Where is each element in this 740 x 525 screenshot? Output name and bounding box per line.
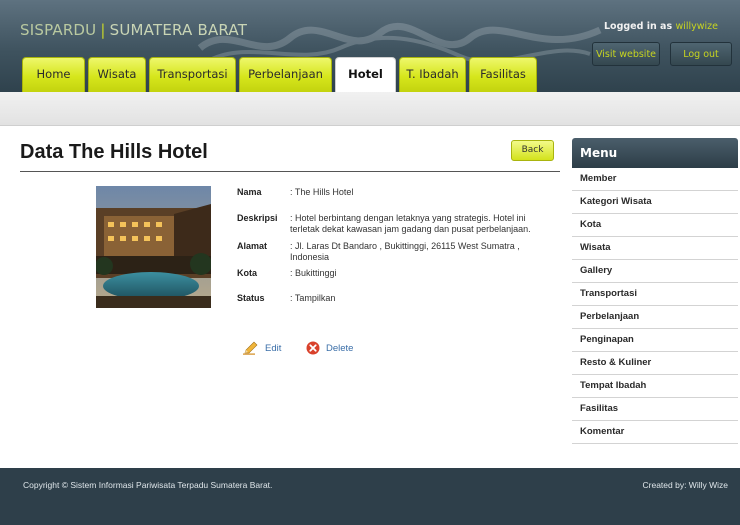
detail-label: Alamat (237, 241, 268, 251)
tab-wisata[interactable]: Wisata (88, 57, 146, 92)
hotel-photo (96, 186, 211, 308)
logged-in-prefix: Logged in as (604, 21, 673, 32)
pencil-icon (243, 341, 258, 355)
username[interactable]: willywize (675, 21, 718, 32)
tab-home[interactable]: Home (22, 57, 85, 92)
detail-label: Deskripsi (237, 213, 278, 223)
tab-perbelanjaan[interactable]: Perbelanjaan (239, 57, 332, 92)
header: SISPARDU | SUMATERA BARAT Logged in as wil… (0, 0, 740, 92)
brand-part2: SUMATERA BARAT (109, 21, 248, 39)
visit-website-button[interactable]: Visit website (592, 42, 660, 66)
page-title: Data The Hills Hotel (20, 141, 208, 163)
sidebar-item-kategori-wisata[interactable]: Kategori Wisata (572, 191, 738, 214)
title-divider (20, 171, 560, 172)
detail-label: Nama (237, 187, 262, 197)
tab-fasilitas[interactable]: Fasilitas (469, 57, 537, 92)
delete-link[interactable]: Delete (306, 339, 353, 357)
sidebar-menu: Menu Member Kategori Wisata Kota Wisata … (572, 138, 738, 444)
sidebar-item-perbelanjaan[interactable]: Perbelanjaan (572, 306, 738, 329)
tab-t-ibadah[interactable]: T. Ibadah (399, 57, 466, 92)
sidebar-item-fasilitas[interactable]: Fasilitas (572, 398, 738, 421)
detail-label: Kota (237, 268, 257, 278)
brand-title: SISPARDU | SUMATERA BARAT (20, 21, 247, 39)
footer-credit: Created by: Willy Wize (642, 480, 729, 490)
sidebar-item-gallery[interactable]: Gallery (572, 260, 738, 283)
brand-separator: | (100, 21, 106, 39)
tab-transportasi[interactable]: Transportasi (149, 57, 236, 92)
detail-value: : Tampilkan (290, 293, 336, 303)
detail-value: : Hotel berbintang dengan letaknya yang … (290, 213, 531, 234)
sidebar-item-tempat-ibadah[interactable]: Tempat Ibadah (572, 375, 738, 398)
sidebar-item-wisata[interactable]: Wisata (572, 237, 738, 260)
detail-value: : Jl. Laras Dt Bandaro , Bukittinggi, 26… (290, 241, 520, 262)
tab-hotel[interactable]: Hotel (335, 57, 396, 92)
edit-link[interactable]: Edit (243, 339, 281, 357)
sidebar-title: Menu (572, 138, 738, 168)
sidebar-item-komentar[interactable]: Komentar (572, 421, 738, 444)
logged-in-status: Logged in as willywize (604, 21, 718, 32)
brand-part1: SISPARDU (20, 21, 97, 39)
footer: Copyright © Sistem Informasi Pariwisata … (0, 468, 740, 525)
sidebar-item-kota[interactable]: Kota (572, 214, 738, 237)
sidebar-item-transportasi[interactable]: Transportasi (572, 283, 738, 306)
detail-label: Status (237, 293, 265, 303)
logout-button[interactable]: Log out (670, 42, 732, 66)
sub-navigation-bar (0, 92, 740, 126)
detail-value: : Bukittinggi (290, 268, 337, 278)
delete-icon (306, 341, 320, 355)
edit-label: Edit (265, 342, 282, 354)
sidebar-item-penginapan[interactable]: Penginapan (572, 329, 738, 352)
sidebar-item-member[interactable]: Member (572, 168, 738, 191)
sidebar-item-resto-kuliner[interactable]: Resto & Kuliner (572, 352, 738, 375)
delete-label: Delete (326, 342, 354, 354)
detail-value: : The Hills Hotel (290, 187, 354, 197)
back-button[interactable]: Back (511, 140, 554, 161)
footer-copyright: Copyright © Sistem Informasi Pariwisata … (23, 480, 273, 490)
